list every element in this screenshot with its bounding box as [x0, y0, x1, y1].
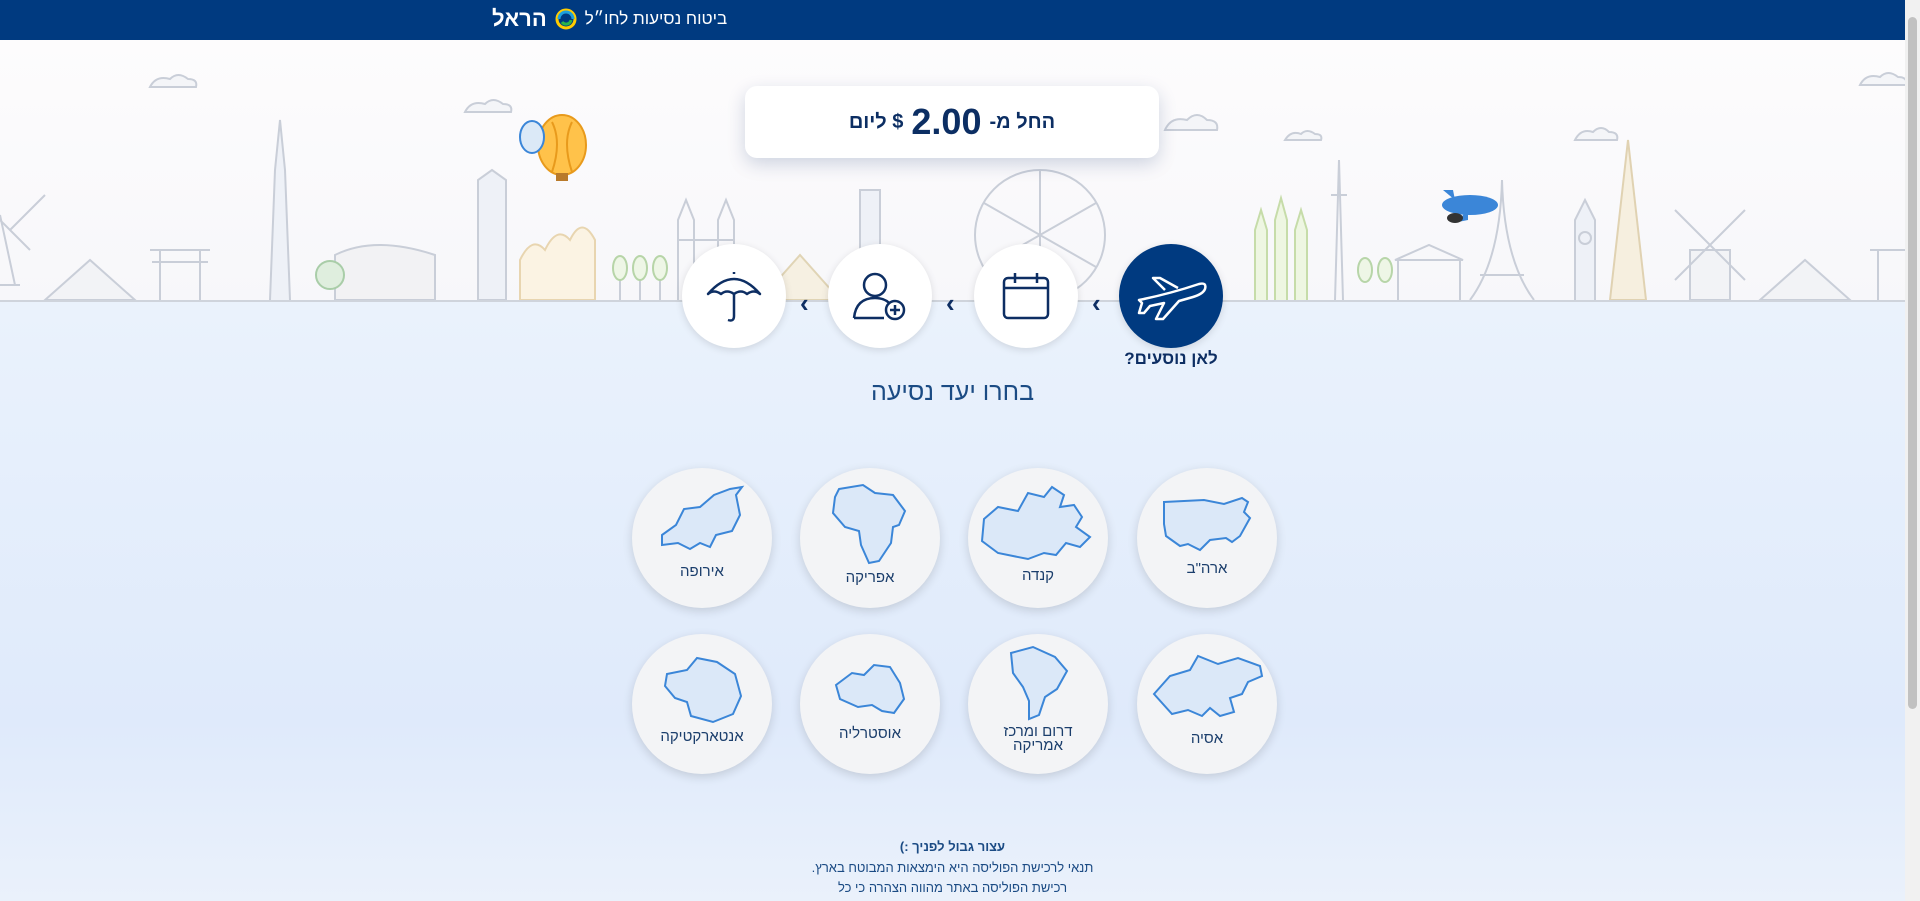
balloon-icon: [519, 114, 587, 181]
step-coverage[interactable]: [682, 244, 786, 348]
destination-africa[interactable]: אפריקה: [800, 468, 940, 608]
scrollbar-thumb[interactable]: [1908, 17, 1917, 709]
skyline-illustration: [0, 72, 1905, 301]
canada-map-icon: [980, 485, 1092, 561]
destination-label: אפריקה: [845, 569, 895, 586]
calendar-icon: [1002, 273, 1050, 320]
notice-line: רכישת הפוליסה באתר מהווה הצהרה כי כל: [837, 880, 1068, 895]
price-prefix: החל מ-: [989, 110, 1056, 133]
destination-label: דרום ומרכז אמריקה: [1003, 723, 1073, 754]
step-travelers[interactable]: [828, 244, 932, 348]
destination-europe[interactable]: אירופה: [632, 468, 772, 608]
price-suffix: $ ליום: [848, 110, 904, 133]
brand[interactable]: הראל ביטוח נסיעות לחו״ל: [492, 6, 727, 32]
destination-south-america[interactable]: דרום ומרכז אמריקה: [968, 634, 1108, 774]
airplane-illustration: [1442, 190, 1498, 223]
destination-label: אירופה: [680, 563, 724, 580]
chevron-left-icon: ‹: [946, 288, 955, 318]
destination-label: קנדה: [1021, 567, 1055, 584]
notice-title: עצור גבול לפניך :): [899, 839, 1006, 854]
europe-map-icon: [661, 485, 745, 551]
destination-usa[interactable]: ארה"ב: [1137, 468, 1277, 608]
australia-map-icon: [834, 663, 906, 715]
brand-logo[interactable]: הראל: [492, 6, 547, 32]
chevron-left-icon: ‹: [800, 288, 809, 318]
price-amount: 2.00: [911, 101, 982, 142]
top-bar: הראל ביטוח נסיעות לחו״ל: [0, 0, 1905, 40]
airplane-icon: [1137, 276, 1207, 321]
destination-label: אנטארקטיקה: [660, 728, 744, 745]
hero-skyline: [0, 40, 1905, 302]
destination-label: אסיה: [1190, 730, 1224, 747]
step-destination[interactable]: [1119, 244, 1223, 348]
asia-map-icon: [1152, 654, 1264, 718]
section-title: בחרו יעד נסיעה: [870, 378, 1035, 406]
destination-label: אוסטרליה: [838, 725, 901, 742]
umbrella-icon: [706, 272, 762, 322]
price-card: החל מ- 2.00 $ ליום: [745, 86, 1159, 158]
destination-label: ארה"ב: [1186, 560, 1228, 577]
page-title: ביטוח נסיעות לחו״ל: [584, 9, 728, 28]
africa-map-icon: [831, 483, 907, 565]
destination-asia[interactable]: אסיה: [1137, 634, 1277, 774]
notice-line: תנאי לרכישת הפוליסה היא הימצאות המבוטח ב…: [811, 860, 1094, 875]
swirl-logo-icon: [555, 8, 577, 30]
destination-canada[interactable]: קנדה: [968, 468, 1108, 608]
step-label-destination: לאן נוסעים?: [1124, 349, 1218, 368]
south-america-map-icon: [1009, 645, 1069, 721]
usa-map-icon: [1163, 496, 1252, 552]
add-user-icon: [852, 272, 906, 321]
destination-antarctica[interactable]: אנטארקטיקה: [632, 634, 772, 774]
chevron-left-icon: ‹: [1092, 288, 1101, 318]
antarctica-map-icon: [663, 656, 743, 724]
step-dates[interactable]: [974, 244, 1078, 348]
destination-australia[interactable]: אוסטרליה: [800, 634, 940, 774]
